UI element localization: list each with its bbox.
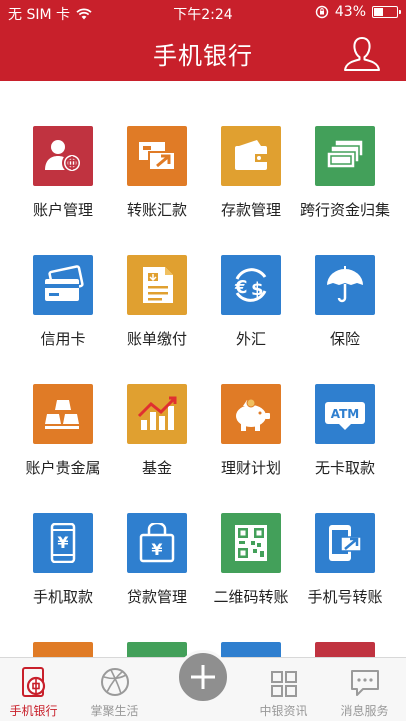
user-profile-icon — [344, 37, 380, 71]
grid-item-label: 外汇 — [235, 330, 266, 348]
svg-text:ATM: ATM — [331, 407, 359, 421]
tab-bar: 手机银行 掌聚生活 中银资讯 消息服务 — [0, 650, 406, 721]
fund-chart-icon — [127, 384, 187, 444]
status-bar: 无 SIM 卡 下午2:24 43% — [0, 0, 406, 26]
piggy-bank-icon — [221, 384, 281, 444]
svg-text:€: € — [234, 277, 248, 298]
grid-item-loan-bag[interactable]: ¥ 贷款管理 — [110, 513, 204, 607]
grid-item-gold-bars[interactable]: 账户贵金属 — [16, 384, 110, 478]
partial-tile-icon — [33, 642, 93, 657]
credit-card-icon — [33, 255, 93, 315]
grid-item-label: 跨行资金归集 — [300, 201, 391, 219]
cash-stack-icon — [315, 126, 375, 186]
grid-item-partial[interactable] — [298, 642, 392, 657]
grid-item-label: 理财计划 — [220, 459, 281, 477]
grid-item-label: 账单缴付 — [126, 330, 187, 348]
grid-item-fund-chart[interactable]: 基金 — [110, 384, 204, 478]
gold-bars-icon — [33, 384, 93, 444]
bank-logo-icon — [0, 658, 74, 698]
grid-item-label: 存款管理 — [220, 201, 281, 219]
grid-item-credit-card[interactable]: 信用卡 — [16, 255, 110, 349]
grid-item-currency-exchange[interactable]: € $ 外汇 — [204, 255, 298, 349]
umbrella-icon — [315, 255, 375, 315]
grid-item-label: 保险 — [329, 330, 360, 348]
svg-text:$: $ — [251, 279, 264, 300]
grid-item-wallet[interactable]: 存款管理 — [204, 126, 298, 220]
tab-label: 掌聚生活 — [90, 704, 139, 718]
grid-item-partial[interactable] — [16, 642, 110, 657]
loan-bag-icon: ¥ — [127, 513, 187, 573]
grid-icon — [243, 658, 324, 698]
partial-tile-icon — [127, 642, 187, 657]
currency-exchange-icon: € $ — [221, 255, 281, 315]
grid-item-bill[interactable]: 账单缴付 — [110, 255, 204, 349]
tab-ball[interactable]: 掌聚生活 — [74, 658, 155, 721]
transfer-icon — [127, 126, 187, 186]
grid-item-piggy-bank[interactable]: 理财计划 — [204, 384, 298, 478]
plus-icon — [191, 665, 215, 689]
wallet-icon — [221, 126, 281, 186]
status-right: 43% — [315, 4, 401, 20]
app-header: 无 SIM 卡 下午2:24 43% 手机银行 — [0, 0, 406, 81]
partial-tile-icon — [315, 642, 375, 657]
grid-item-label: 账户管理 — [32, 201, 93, 219]
grid-item-phone-transfer[interactable]: 手机号转账 — [298, 513, 392, 607]
grid-item-label: 手机取款 — [32, 588, 93, 606]
svg-text:¥: ¥ — [151, 540, 162, 559]
message-icon — [324, 658, 405, 698]
grid-item-phone-yuan[interactable]: ¥ 手机取款 — [16, 513, 110, 607]
function-grid: 账户管理 转账汇款 存款管理 跨行资金归集信用卡 账单缴付 € $ 外汇 保险账户贵金属 基金 理财… — [0, 81, 406, 657]
rotation-lock-icon — [315, 5, 329, 19]
grid-item-label: 手机号转账 — [307, 588, 383, 606]
profile-button[interactable] — [342, 35, 382, 73]
add-button[interactable] — [176, 650, 230, 704]
grid-item-cash-stack[interactable]: 跨行资金归集 — [298, 126, 392, 220]
grid-item-label: 无卡取款 — [314, 459, 375, 477]
phone-transfer-icon — [315, 513, 375, 573]
atm-icon: ATM — [315, 384, 375, 444]
battery-icon — [372, 6, 401, 18]
bill-icon — [127, 255, 187, 315]
tab-bank-logo[interactable]: 手机银行 — [0, 658, 74, 721]
qr-code-icon — [221, 513, 281, 573]
grid-item-umbrella[interactable]: 保险 — [298, 255, 392, 349]
tab-grid[interactable]: 中银资讯 — [243, 658, 324, 721]
grid-item-transfer[interactable]: 转账汇款 — [110, 126, 204, 220]
grid-item-account[interactable]: 账户管理 — [16, 126, 110, 220]
account-icon — [33, 126, 93, 186]
battery-fill — [374, 8, 384, 16]
battery-percent: 43% — [334, 4, 366, 20]
tab-label: 消息服务 — [340, 704, 389, 718]
grid-item-label: 二维码转账 — [213, 588, 289, 606]
grid-item-qr-code[interactable]: 二维码转账 — [204, 513, 298, 607]
tab-label: 手机银行 — [9, 704, 58, 718]
grid-item-label: 贷款管理 — [126, 588, 187, 606]
grid-item-atm[interactable]: ATM 无卡取款 — [298, 384, 392, 478]
svg-text:¥: ¥ — [57, 533, 68, 552]
phone-yuan-icon: ¥ — [33, 513, 93, 573]
ball-icon — [74, 658, 155, 698]
grid-item-label: 账户贵金属 — [25, 459, 101, 477]
tab-message[interactable]: 消息服务 — [324, 658, 405, 721]
grid-item-label: 基金 — [141, 459, 172, 477]
partial-tile-icon — [221, 642, 281, 657]
tab-label: 中银资讯 — [259, 704, 308, 718]
grid-item-label: 信用卡 — [40, 330, 86, 348]
grid-item-label: 转账汇款 — [126, 201, 187, 219]
